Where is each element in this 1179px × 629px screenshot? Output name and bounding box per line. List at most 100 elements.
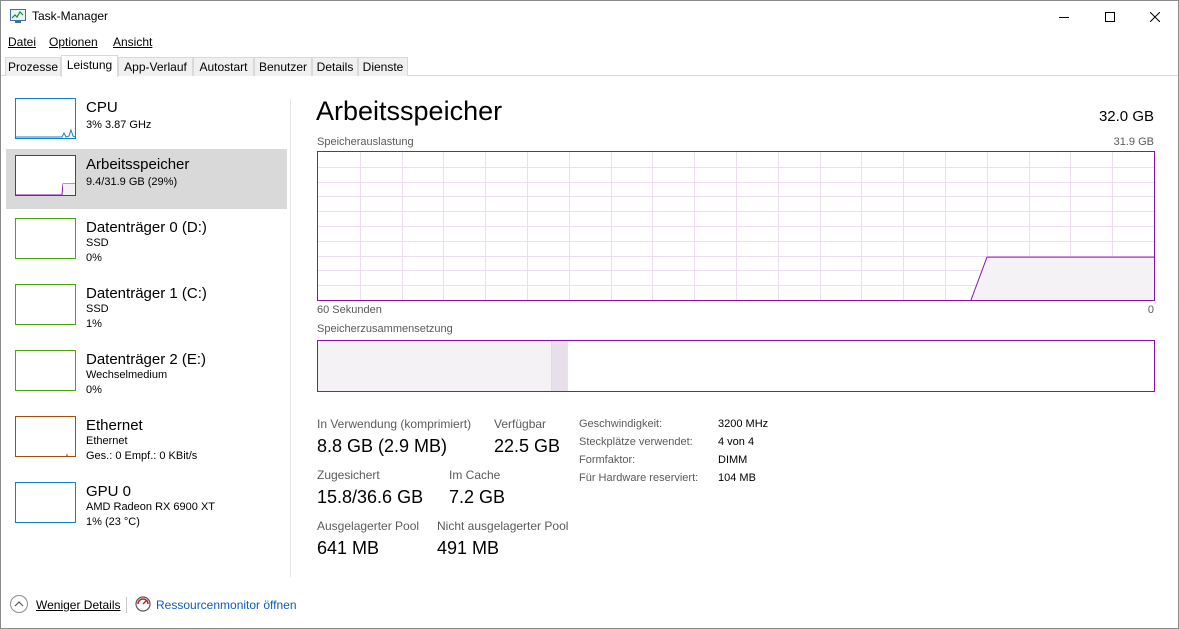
minimize-icon xyxy=(1059,16,1069,18)
task-manager-window: Task-Manager Datei Optionen Ansicht Proz… xyxy=(0,0,1179,629)
tab-prozesse[interactable]: Prozesse xyxy=(5,57,61,76)
task-manager-icon xyxy=(10,9,26,23)
nonpaged-pool-label: Nicht ausgelagerter Pool xyxy=(437,519,569,533)
memory-composition-svg xyxy=(318,341,1154,391)
tab-dienste[interactable]: Dienste xyxy=(358,57,408,76)
sidebar-disk-2-title: Datenträger 2 (E:) xyxy=(86,351,207,368)
sidebar-item-disk-2[interactable]: Datenträger 2 (E:) Wechselmedium 0% xyxy=(6,344,287,404)
hardware-reserved-value: 104 MB xyxy=(718,472,756,484)
time-range-end: 0 xyxy=(1147,304,1154,316)
sidebar-item-memory[interactable]: Arbeitsspeicher 9.4/31.9 GB (29%) xyxy=(6,149,287,209)
sidebar-item-disk-1[interactable]: Datenträger 1 (C:) SSD 1% xyxy=(6,278,287,338)
menu-ansicht-label: Ansicht xyxy=(113,35,153,49)
fewer-details-button[interactable]: Weniger Details xyxy=(36,598,120,612)
disk-1-thumbnail-graph xyxy=(15,284,76,325)
gpu-thumbnail-graph xyxy=(15,482,76,523)
menu-optionen-label: Optionen xyxy=(49,35,98,49)
paged-pool-label: Ausgelagerter Pool xyxy=(317,519,420,533)
memory-usage-svg xyxy=(318,152,1154,301)
menu-optionen[interactable]: Optionen xyxy=(49,35,98,49)
sidebar-gpu-model: AMD Radeon RX 6900 XT xyxy=(86,501,216,513)
tab-bar: Prozesse Leistung App-Verlauf Autostart … xyxy=(1,55,1178,77)
tab-autostart[interactable]: Autostart xyxy=(193,57,254,76)
sidebar-ethernet-title: Ethernet xyxy=(86,417,143,434)
sidebar-item-cpu[interactable]: CPU 3% 3.87 GHz xyxy=(6,92,287,152)
total-memory: 32.0 GB xyxy=(1098,108,1154,125)
speed-label: Geschwindigkeit: xyxy=(579,418,663,430)
memory-usage-graph xyxy=(317,151,1155,301)
memory-sparkline xyxy=(16,183,75,195)
slots-used-value: 4 von 4 xyxy=(718,436,755,448)
chevron-up-icon[interactable] xyxy=(10,595,28,613)
cpu-thumbnail-graph xyxy=(15,98,76,139)
tab-benutzer[interactable]: Benutzer xyxy=(254,57,312,76)
resource-monitor-icon xyxy=(135,596,151,612)
available-label: Verfügbar xyxy=(494,417,547,431)
title-bar: Task-Manager xyxy=(1,1,1178,32)
composition-segment-free[interactable] xyxy=(741,341,1154,391)
ethernet-sparkline xyxy=(66,453,72,456)
tab-app-verlauf[interactable]: App-Verlauf xyxy=(118,57,193,76)
menu-datei-label: Datei xyxy=(8,35,37,49)
usage-area xyxy=(971,257,1154,300)
form-factor-label: Formfaktor: xyxy=(579,454,636,466)
sidebar-disk-1-title: Datenträger 1 (C:) xyxy=(86,285,207,302)
composition-segment-modified[interactable] xyxy=(551,341,568,391)
sidebar-ethernet-adapter: Ethernet xyxy=(86,435,128,447)
tab-leistung[interactable]: Leistung xyxy=(61,55,118,77)
disk-2-thumbnail-graph xyxy=(15,350,76,391)
maximize-button[interactable] xyxy=(1087,1,1133,32)
tab-details[interactable]: Details xyxy=(312,57,358,76)
in-use-value: 8.8 GB (2.9 MB) xyxy=(317,436,448,456)
cpu-sparkline xyxy=(16,128,75,138)
performance-sidebar: CPU 3% 3.87 GHz Arbeitsspeicher 9.4/31.9… xyxy=(1,89,291,579)
memory-composition-bar xyxy=(317,340,1155,392)
form-factor-value: DIMM xyxy=(718,454,748,466)
slots-used-label: Steckplätze verwendet: xyxy=(579,436,693,448)
maximize-icon xyxy=(1105,11,1115,22)
page-title: Arbeitsspeicher xyxy=(316,96,503,126)
fewer-details-label: Weniger Details xyxy=(36,598,121,612)
ethernet-thumbnail-graph xyxy=(15,416,76,457)
window-title: Task-Manager xyxy=(32,9,109,23)
committed-value: 15.8/36.6 GB xyxy=(317,487,424,507)
sidebar-memory-title: Arbeitsspeicher xyxy=(86,156,190,173)
hardware-reserved-label: Für Hardware reserviert: xyxy=(579,472,699,484)
footer-divider xyxy=(126,597,127,613)
sidebar-disk-0-usage: 0% xyxy=(86,252,102,264)
sidebar-gpu-title: GPU 0 xyxy=(86,483,132,500)
sidebar-item-ethernet[interactable]: Ethernet Ethernet Ges.: 0 Empf.: 0 KBit/… xyxy=(6,410,287,470)
sidebar-disk-2-type: Wechselmedium xyxy=(86,369,168,381)
nonpaged-pool-value: 491 MB xyxy=(437,538,500,558)
available-value: 22.5 GB xyxy=(494,436,561,456)
cached-label: Im Cache xyxy=(449,468,501,482)
in-use-label: In Verwendung (komprimiert) xyxy=(317,417,472,431)
menu-ansicht[interactable]: Ansicht xyxy=(113,35,152,49)
speed-value: 3200 MHz xyxy=(718,418,769,430)
composition-label: Speicherzusammensetzung xyxy=(317,323,453,335)
sidebar-cpu-title: CPU xyxy=(86,99,118,116)
disk-0-thumbnail-graph xyxy=(15,218,76,259)
paged-pool-value: 641 MB xyxy=(317,538,380,558)
resource-monitor-link[interactable]: Ressourcenmonitor öffnen xyxy=(156,598,297,612)
composition-segment-standby[interactable] xyxy=(567,341,742,391)
sidebar-disk-0-title: Datenträger 0 (D:) xyxy=(86,219,207,236)
sidebar-disk-1-usage: 1% xyxy=(86,318,102,330)
composition-segment-in-use[interactable] xyxy=(318,341,552,391)
sidebar-disk-2-usage: 0% xyxy=(86,384,102,396)
sidebar-memory-usage: 9.4/31.9 GB (29%) xyxy=(86,176,178,188)
sidebar-item-gpu-0[interactable]: GPU 0 AMD Radeon RX 6900 XT 1% (23 °C) xyxy=(6,476,287,536)
footer: Weniger Details Ressourcenmonitor öffnen xyxy=(1,591,1178,621)
sidebar-item-disk-0[interactable]: Datenträger 0 (D:) SSD 0% xyxy=(6,212,287,272)
time-range-label: 60 Sekunden xyxy=(317,304,382,316)
menu-datei[interactable]: Datei xyxy=(8,35,36,49)
usage-graph-max: 31.9 GB xyxy=(1113,136,1154,148)
sidebar-cpu-usage: 3% 3.87 GHz xyxy=(86,119,152,131)
usage-graph-label: Speicherauslastung xyxy=(317,136,414,148)
close-button[interactable] xyxy=(1132,1,1178,32)
sidebar-disk-1-type: SSD xyxy=(86,303,109,315)
committed-label: Zugesichert xyxy=(317,468,380,482)
cached-value: 7.2 GB xyxy=(449,487,506,507)
minimize-button[interactable] xyxy=(1041,1,1087,32)
sidebar-ethernet-throughput: Ges.: 0 Empf.: 0 KBit/s xyxy=(86,450,198,462)
